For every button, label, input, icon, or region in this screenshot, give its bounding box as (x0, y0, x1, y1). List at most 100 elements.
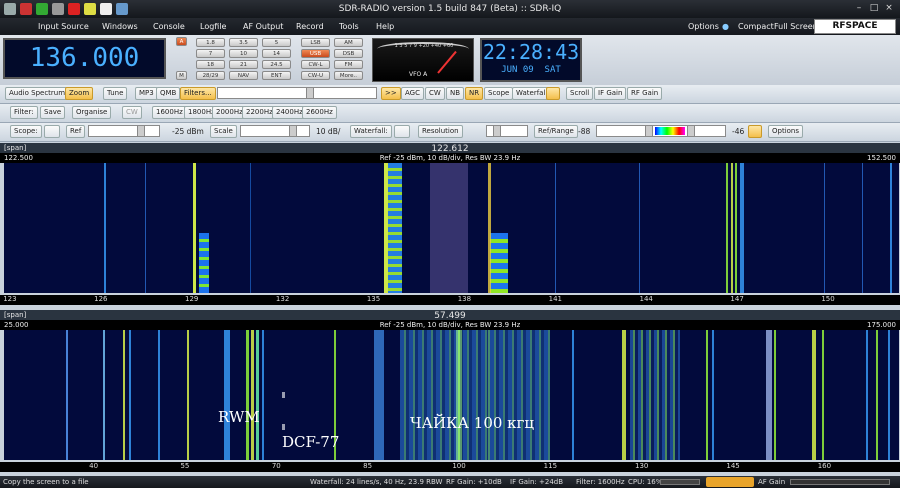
menu-windows[interactable]: Windows (102, 22, 138, 31)
menu-tools[interactable]: Tools (339, 22, 359, 31)
menu-help[interactable]: Help (376, 22, 394, 31)
filter-2600[interactable]: 2600Hz (302, 106, 337, 119)
af-gain-slider[interactable] (790, 479, 890, 485)
resolution-dropdown[interactable]: Resolution (418, 125, 463, 138)
rf-gain-dropdown[interactable]: RF Gain (627, 87, 663, 100)
band-button[interactable]: 24.5 (262, 60, 291, 69)
panel1-right-frequency: 152.500 (867, 154, 896, 162)
menu-input-source[interactable]: Input Source (38, 22, 89, 31)
band-button[interactable]: 5 (262, 38, 291, 47)
more-button[interactable]: >> (381, 87, 401, 100)
options-button[interactable]: Options (768, 125, 804, 138)
menu-full-screen[interactable]: Full Screen (774, 22, 818, 31)
memory-button[interactable]: M (176, 71, 187, 80)
panel2-info-bar: 25.000 Ref -25 dBm, 10 dB/div, Res BW 23… (0, 320, 900, 330)
ref-slider-thumb[interactable] (137, 126, 145, 136)
scope-settings-icon[interactable] (44, 125, 60, 138)
band-button[interactable]: ENT (262, 71, 291, 80)
waterfall-display-2[interactable]: RWM DCF-77 ЧАЙКА 100 кгц (4, 330, 899, 460)
scale-slider-thumb[interactable] (289, 126, 297, 136)
ref-slider[interactable] (88, 125, 160, 137)
zoom-button[interactable]: Zoom (65, 87, 94, 100)
band-button[interactable]: 1.8 (196, 38, 225, 47)
sdr-radio-window: SDR-RADIO version 1.5 build 847 (Beta) :… (0, 0, 900, 488)
cw-filter-button[interactable]: CW (122, 106, 142, 119)
band-button[interactable]: 28/29 (196, 71, 225, 80)
band-button[interactable]: 18 (196, 60, 225, 69)
signal-trace (726, 163, 728, 293)
minimize-icon[interactable]: – (852, 2, 866, 15)
agc-button[interactable]: AGC (401, 87, 424, 100)
scale-slider[interactable] (240, 125, 310, 137)
mode-button[interactable]: CW-U (301, 71, 330, 80)
nb-button[interactable]: NB (446, 87, 465, 100)
status-rf-gain: RF Gain: +10dB (446, 478, 502, 486)
tune-button[interactable]: Tune (103, 87, 128, 100)
scroll-dropdown[interactable]: Scroll (566, 87, 594, 100)
mode-button[interactable]: CW-L (301, 60, 330, 69)
axis-tick-label: 135 (366, 295, 381, 303)
band-button[interactable]: 14 (262, 49, 291, 58)
cw-button[interactable]: CW (425, 87, 445, 100)
waterfall-display-1[interactable] (4, 163, 899, 293)
mode-dropdown[interactable]: FM (334, 60, 363, 69)
signal-trace (250, 163, 251, 293)
help-icon[interactable]: ● (722, 22, 729, 31)
scope-button[interactable]: Scope (484, 87, 514, 100)
panel2-info: Ref -25 dBm, 10 dB/div, Res BW 23.9 Hz (379, 321, 521, 329)
mode-dropdown[interactable]: DSB (334, 49, 363, 58)
ref-range-slider[interactable] (596, 125, 726, 137)
filter-1600[interactable]: 1600Hz (152, 106, 187, 119)
band-button[interactable]: 7 (196, 49, 225, 58)
signal-trace (103, 330, 105, 460)
menu-af-output[interactable]: AF Output (243, 22, 283, 31)
auto-range-icon[interactable] (748, 125, 762, 138)
signal-trace (282, 392, 285, 398)
waterfall-settings-icon[interactable] (394, 125, 410, 138)
signal-trace (490, 233, 508, 293)
vfo-a-button[interactable]: A (176, 37, 187, 46)
mode-button[interactable]: LSB (301, 38, 330, 47)
band-button[interactable]: 10 (229, 49, 258, 58)
tune-slider-thumb[interactable] (306, 88, 314, 98)
audio-spectrum-button[interactable]: Audio Spectrum (5, 87, 70, 100)
if-gain-dropdown[interactable]: IF Gain (594, 87, 627, 100)
signal-trace (876, 330, 878, 460)
ref-range-low-thumb[interactable] (645, 126, 653, 136)
mp3-button[interactable]: MP3 (135, 87, 158, 100)
ref-range-label: Ref/Range (534, 125, 578, 138)
toolbar-filters: Filter: Save Organise CW 1600Hz 1800Hz 2… (0, 104, 900, 123)
save-filter-button[interactable]: Save (40, 106, 66, 119)
filters-button[interactable]: Filters... (180, 87, 216, 100)
organise-button[interactable]: Organise (72, 106, 112, 119)
mode-dropdown[interactable]: More.. (334, 71, 363, 80)
band-button[interactable]: 3.5 (229, 38, 258, 47)
qmb-button[interactable]: QMB (156, 87, 181, 100)
menu-record[interactable]: Record (296, 22, 324, 31)
ref-range-high-thumb[interactable] (687, 126, 695, 136)
signal-trace (388, 163, 402, 293)
nr-button[interactable]: NR (465, 87, 484, 100)
menu-logfile[interactable]: Logfile (200, 22, 226, 31)
resolution-slider-thumb[interactable] (493, 126, 501, 136)
signal-trace (822, 330, 824, 460)
ref-dropdown[interactable]: Ref (66, 125, 86, 138)
maximize-icon[interactable]: □ (867, 2, 881, 15)
resolution-slider[interactable] (486, 125, 528, 137)
band-button[interactable]: NAV (229, 71, 258, 80)
menu-compact[interactable]: Compact (738, 22, 774, 31)
close-icon[interactable]: × (882, 2, 896, 15)
signal-trace (256, 330, 259, 460)
axis-tick-label: 132 (275, 295, 290, 303)
signal-trace (740, 163, 744, 293)
frequency-display[interactable]: 136.000 (3, 38, 166, 79)
tune-slider[interactable] (217, 87, 377, 99)
signal-trace (158, 330, 160, 460)
scale-dropdown[interactable]: Scale (210, 125, 237, 138)
waterfall-icon[interactable] (546, 87, 560, 100)
menu-console[interactable]: Console (153, 22, 185, 31)
mode-dropdown[interactable]: AM (334, 38, 363, 47)
menu-options[interactable]: Options (688, 22, 719, 31)
mode-button[interactable]: USB (301, 49, 330, 58)
band-button[interactable]: 21 (229, 60, 258, 69)
